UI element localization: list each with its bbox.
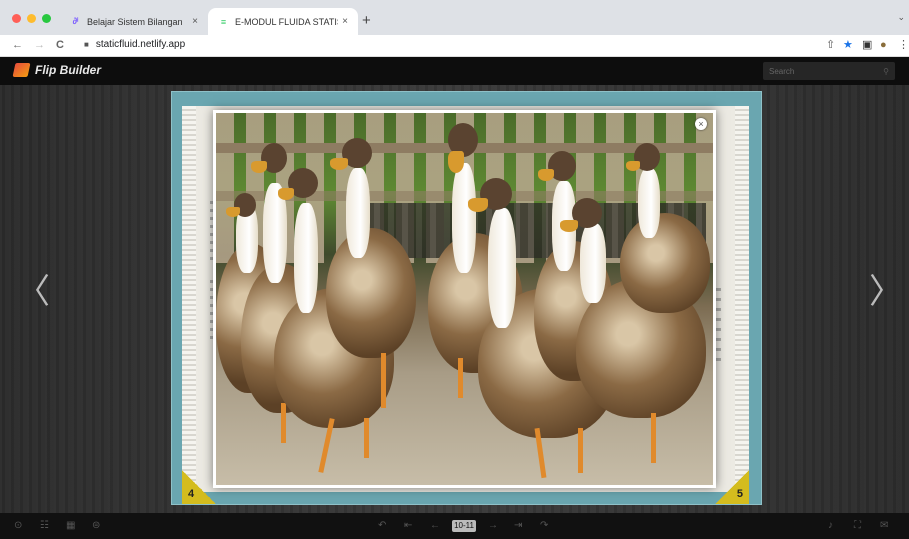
tab-favicon-icon: ≡	[220, 16, 227, 27]
zoom-icon[interactable]: ⊙	[14, 520, 22, 531]
bottom-toolbar: ⊙ ☷ ▦ ⊜ ↶ ⇤ ← 10-11 → ⇥ ↷ ♪ ⛶ ✉	[0, 513, 909, 539]
brand-logo: Flip Builder	[12, 63, 101, 77]
reload-icon[interactable]: C	[56, 38, 64, 52]
email-icon[interactable]: ✉	[880, 520, 888, 531]
tab-title: E-MODUL FLUIDA STATIS	[235, 16, 339, 27]
minimize-window-icon[interactable]	[27, 14, 36, 23]
profile-avatar-icon[interactable]: ●	[880, 39, 887, 51]
next-page-icon[interactable]: →	[488, 520, 498, 531]
address-bar[interactable]: ■ staticfluid.netlify.app	[84, 39, 185, 50]
previous-page-icon[interactable]: ←	[430, 520, 440, 531]
tab-title: Belajar Sistem Bilangan	[87, 16, 183, 27]
last-page-icon[interactable]: ⇥	[514, 520, 522, 531]
left-page-number: 4	[182, 470, 216, 504]
bookmark-star-icon[interactable]: ★	[843, 39, 853, 51]
app-header: Flip Builder Search ⚲	[0, 57, 909, 85]
redo-icon[interactable]: ↷	[540, 520, 548, 531]
thumbnails-icon[interactable]: ▦	[66, 520, 75, 531]
browser-toolbar: ← → C ■ staticfluid.netlify.app ⇧ ★ ▣ ● …	[0, 35, 909, 57]
sound-icon[interactable]: ♪	[828, 520, 833, 531]
back-arrow-icon[interactable]: ←	[12, 38, 23, 52]
torn-edge	[735, 106, 749, 492]
page-indicator[interactable]: 10-11	[452, 520, 476, 532]
maximize-window-icon[interactable]	[42, 14, 51, 23]
flip-builder-logo-icon	[12, 63, 31, 77]
tab-e-modul-fluida-statis[interactable]: ≡ E-MODUL FLUIDA STATIS ×	[208, 8, 358, 35]
browser-menu-icon[interactable]: ⋮	[898, 39, 909, 51]
previous-page-arrow-icon[interactable]: 〈	[16, 275, 50, 309]
fullscreen-icon[interactable]: ⛶	[854, 520, 861, 531]
tab-list-chevron-icon[interactable]: ⌄	[897, 12, 905, 23]
forward-arrow-icon[interactable]: →	[34, 38, 45, 52]
image-popup[interactable]: ×	[213, 110, 716, 488]
share-icon[interactable]: ⇧	[826, 39, 835, 51]
lock-icon: ■	[84, 40, 89, 49]
popup-close-icon[interactable]: ×	[695, 118, 707, 130]
table-of-contents-icon[interactable]: ☷	[40, 520, 49, 531]
undo-icon[interactable]: ↶	[378, 520, 386, 531]
share-icon[interactable]: ⊜	[92, 520, 100, 531]
address-bar-url: staticfluid.netlify.app	[95, 39, 186, 50]
tab-close-icon[interactable]: ×	[192, 16, 198, 27]
torn-edge	[182, 106, 196, 492]
tab-close-icon[interactable]: ×	[342, 16, 348, 27]
first-page-icon[interactable]: ⇤	[404, 520, 412, 531]
ducks-photo: ×	[216, 113, 713, 485]
tab-belajar-sistem-bilangan[interactable]: ∂ⁱ Belajar Sistem Bilangan ×	[60, 8, 208, 35]
search-placeholder: Search	[769, 66, 795, 76]
new-tab-icon[interactable]: +	[362, 13, 371, 28]
brand-name: Flip Builder	[35, 63, 101, 77]
sidebar-icon[interactable]: ▣	[862, 39, 872, 51]
search-icon[interactable]: ⚲	[883, 67, 889, 76]
close-window-icon[interactable]	[12, 14, 21, 23]
next-page-arrow-icon[interactable]: 〉	[869, 275, 903, 309]
browser-tab-strip: ∂ⁱ Belajar Sistem Bilangan × ≡ E-MODUL F…	[0, 0, 909, 35]
right-page-number: 5	[715, 470, 749, 504]
tab-favicon-icon: ∂ⁱ	[72, 16, 79, 26]
search-input[interactable]: Search ⚲	[763, 62, 895, 80]
